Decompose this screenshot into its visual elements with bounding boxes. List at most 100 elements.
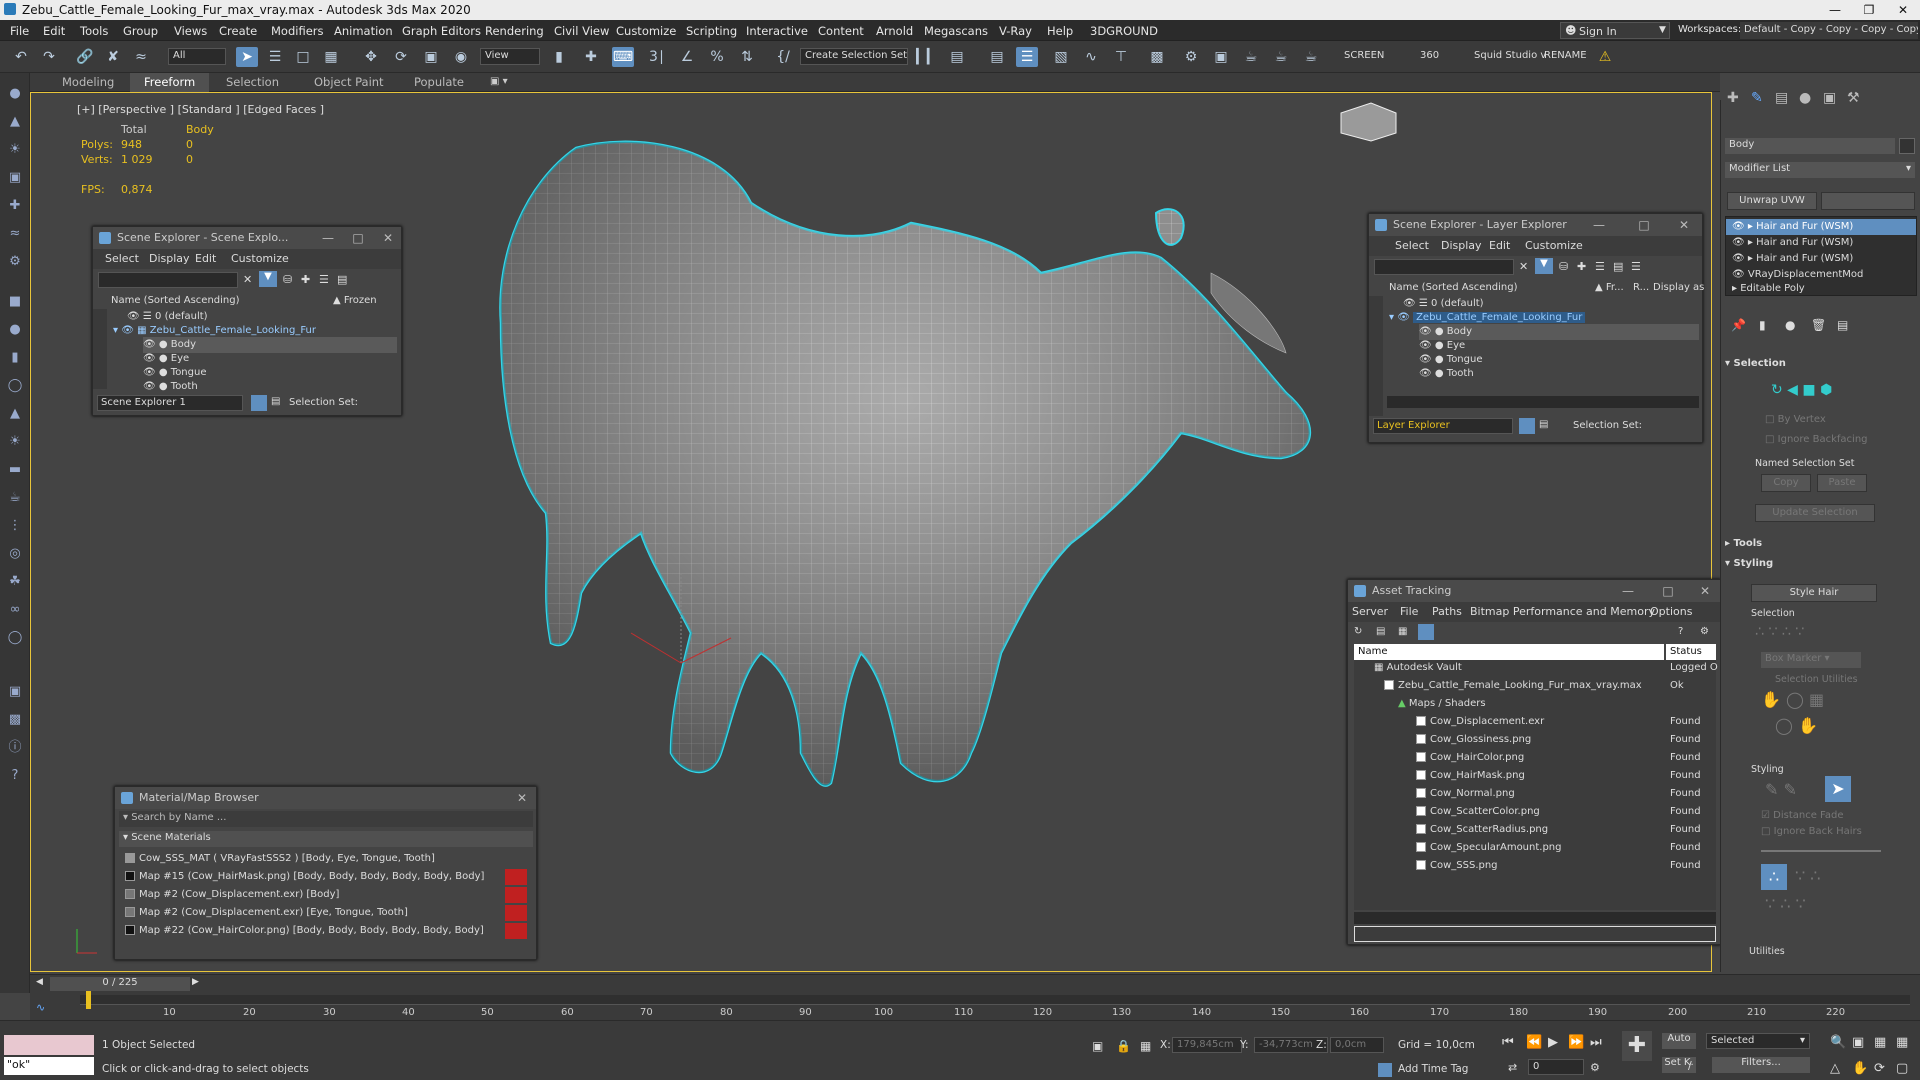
asset-row[interactable]: ▦ Autodesk Vault: [1374, 660, 1664, 676]
render-iterative-icon[interactable]: ☕: [1270, 47, 1292, 67]
add-layer-icon[interactable]: ✚: [301, 273, 310, 286]
update-selection-button[interactable]: Update Selection: [1755, 504, 1875, 522]
stack-item-editable-poly[interactable]: ▸ Editable Poly: [1726, 281, 1916, 297]
menu-tools[interactable]: Tools: [80, 24, 108, 38]
modify-tab-icon[interactable]: ✎: [1751, 90, 1763, 106]
next-frame-icon[interactable]: ▶: [192, 977, 204, 989]
material-item[interactable]: Cow_SSS_MAT ( VRayFastSSS2 ) [Body, Eye,…: [125, 851, 525, 867]
target-icon[interactable]: ◎: [6, 545, 24, 563]
menu-views[interactable]: Views: [174, 24, 207, 38]
layers-icon[interactable]: [1519, 418, 1535, 434]
ribbon-options-icon[interactable]: ▣ ▾: [490, 76, 508, 87]
filter-icon[interactable]: ▼: [259, 271, 277, 287]
current-frame-field[interactable]: 0: [1528, 1059, 1584, 1075]
col-display-header[interactable]: Display as: [1653, 280, 1704, 296]
distance-fade-checkbox[interactable]: ☑ Distance Fade: [1761, 810, 1844, 821]
minimize-icon[interactable]: —: [1613, 580, 1643, 602]
help-icon[interactable]: ?: [1678, 626, 1683, 637]
play-icon[interactable]: ▶: [1548, 1035, 1558, 1050]
unwrap-uvw-button[interactable]: Unwrap UVW: [1727, 192, 1817, 210]
prev-frame-icon[interactable]: ◀: [36, 977, 48, 989]
asset-menu-server[interactable]: Server: [1352, 605, 1388, 618]
sun-icon[interactable]: ☀: [6, 433, 24, 451]
align-icon[interactable]: ▤: [946, 47, 968, 67]
tab-modeling[interactable]: Modeling: [48, 73, 128, 92]
selection-utility-icons-2[interactable]: ◯ ✋: [1775, 716, 1818, 735]
asset-row[interactable]: Zebu_Cattle_Female_Looking_Fur_max_vray.…: [1384, 678, 1664, 694]
settings-icon[interactable]: ⚙: [1700, 626, 1709, 637]
stack-icon[interactable]: ☰: [1631, 260, 1641, 273]
ignore-backfacing-checkbox[interactable]: □ Ignore Backfacing: [1765, 434, 1868, 445]
asset-row[interactable]: Cow_ScatterRadius.png: [1416, 822, 1666, 838]
menu-create[interactable]: Create: [219, 24, 257, 38]
lock-icon[interactable]: ⛁: [283, 273, 292, 286]
layer-explorer-search-input[interactable]: [1374, 259, 1514, 275]
comb-icon[interactable]: ∴: [1761, 864, 1787, 890]
help-icon[interactable]: ?: [6, 767, 24, 785]
menu-vray[interactable]: V-Ray: [999, 24, 1032, 38]
key-tangent-icon[interactable]: ∕: [1688, 1059, 1692, 1072]
table-icon[interactable]: ▦: [1398, 626, 1407, 637]
rendered-frame-icon[interactable]: ▣: [1210, 47, 1232, 67]
curve-editor-toggle-icon[interactable]: ∿: [36, 1001, 45, 1014]
menu-customize[interactable]: Customize: [616, 24, 676, 38]
material-item[interactable]: Map #2 (Cow_Displacement.exr) [Eye, Tong…: [125, 905, 525, 921]
layer-explorer-menu-edit[interactable]: Edit: [1489, 239, 1510, 252]
layer-item-tooth[interactable]: 👁 ● Tooth: [1419, 366, 1699, 382]
zoom-extents-icon[interactable]: ▦: [1874, 1035, 1886, 1050]
asset-row[interactable]: Cow_Glossiness.png: [1416, 732, 1666, 748]
add-time-tag[interactable]: Add Time Tag: [1398, 1063, 1468, 1075]
hair-icon[interactable]: ∞: [6, 601, 24, 619]
display-tab-icon[interactable]: ▣: [1823, 90, 1836, 106]
hierarchy-tab-icon[interactable]: ▤: [1775, 90, 1788, 106]
material-item[interactable]: Map #15 (Cow_HairMask.png) [Body, Body, …: [125, 869, 525, 885]
placement-icon[interactable]: ◉: [450, 47, 472, 67]
stack-item-hair-1[interactable]: 👁 ▸ Hair and Fur (WSM): [1726, 219, 1916, 235]
minimize-icon[interactable]: —: [313, 227, 343, 249]
col-name-header[interactable]: Name (Sorted Ascending): [1389, 280, 1518, 296]
tab-selection[interactable]: Selection: [212, 73, 293, 92]
key-filter-dropdown[interactable]: Selected ▾: [1706, 1033, 1810, 1049]
layer-explorer-icon[interactable]: ☰: [1016, 47, 1038, 67]
menu-edit[interactable]: Edit: [43, 24, 65, 38]
mirror-icon[interactable]: ▎▎: [916, 47, 938, 67]
asset-row[interactable]: Cow_Normal.png: [1416, 786, 1666, 802]
ignore-back-hairs-checkbox[interactable]: □ Ignore Back Hairs: [1761, 826, 1862, 837]
modifier-list-dropdown[interactable]: Modifier List ▾: [1725, 162, 1915, 178]
track-bar[interactable]: [80, 995, 1910, 1005]
asset-menu-options[interactable]: Options: [1650, 605, 1692, 618]
menu-scripting[interactable]: Scripting: [686, 24, 737, 38]
tree-view-icon[interactable]: [1418, 624, 1434, 640]
tree-icon[interactable]: ▤: [1613, 260, 1623, 273]
select-manipulate-icon[interactable]: ✚: [580, 47, 602, 67]
move-icon[interactable]: ✥: [360, 47, 382, 67]
workspace-dropdown[interactable]: Default - Copy - Copy - Copy - Copy: [1740, 22, 1918, 39]
pin-stack-icon[interactable]: 📌: [1731, 318, 1746, 332]
grass-icon[interactable]: ☘: [6, 573, 24, 591]
lock-icon[interactable]: ⛁: [1559, 260, 1568, 273]
material-item[interactable]: Map #2 (Cow_Displacement.exr) [Body]: [125, 887, 525, 903]
add-layer-icon[interactable]: ✚: [1577, 260, 1586, 273]
filter-icon[interactable]: ▼: [1535, 258, 1553, 274]
cameras-icon[interactable]: ▣: [6, 169, 24, 187]
layer-explorer-menu-display[interactable]: Display: [1441, 239, 1482, 252]
snaps-toggle-icon[interactable]: 3∣: [646, 47, 668, 67]
filters-button[interactable]: Filters...: [1712, 1057, 1810, 1073]
layers-icon[interactable]: [251, 395, 267, 411]
angle-snap-icon[interactable]: ∠: [676, 47, 698, 67]
scene-explorer-search-input[interactable]: [98, 272, 238, 288]
horizontal-scrollbar[interactable]: [1387, 396, 1699, 408]
layer-explorer-menu-customize[interactable]: Customize: [1525, 239, 1583, 252]
schematic-view-icon[interactable]: ⊤: [1110, 47, 1132, 67]
menu-megascans[interactable]: Megascans: [924, 24, 988, 38]
asset-row[interactable]: Cow_Displacement.exr: [1416, 714, 1666, 730]
undo-icon[interactable]: ↶: [10, 47, 32, 67]
asset-row[interactable]: Cow_ScatterColor.png: [1416, 804, 1666, 820]
menu-graph-editors[interactable]: Graph Editors: [402, 24, 481, 38]
prev-key-icon[interactable]: ⏪: [1526, 1035, 1542, 1050]
globe-icon[interactable]: ◯: [6, 629, 24, 647]
time-slider[interactable]: 0 / 225: [50, 977, 190, 991]
key-mode-icon[interactable]: ⇄: [1508, 1061, 1517, 1074]
time-marker[interactable]: [86, 991, 91, 1009]
minimize-icon[interactable]: —: [1584, 214, 1614, 236]
